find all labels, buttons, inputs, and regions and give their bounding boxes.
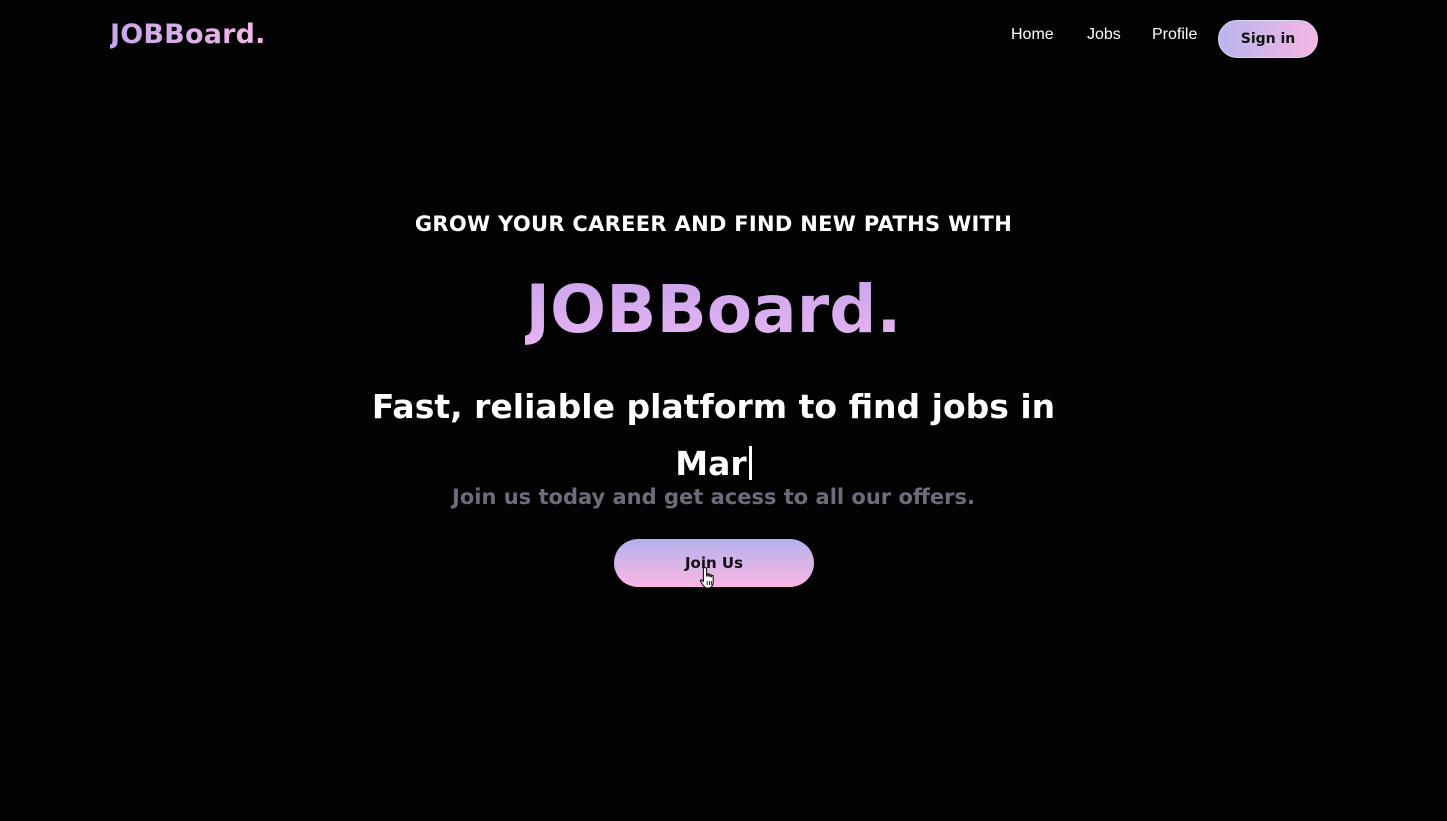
- nav-link-profile[interactable]: Profile: [1152, 26, 1197, 44]
- landing-page: JOBBoard. Home Jobs Profile Sign in GROW…: [0, 0, 1447, 821]
- text-caret: [748, 446, 752, 480]
- typewriter-text: Mar: [0, 442, 1427, 486]
- hero-brand-text: JOBBoard.: [525, 271, 902, 348]
- nav-link-home[interactable]: Home: [1011, 26, 1054, 44]
- hero-subtitle: Join us today and get acess to all our o…: [452, 485, 975, 509]
- hero-kicker: GROW YOUR CAREER AND FIND NEW PATHS WITH: [414, 212, 1013, 236]
- sign-in-button[interactable]: Sign in: [1218, 20, 1318, 58]
- hero-brand-title: JOBBoard.: [0, 268, 1427, 352]
- nav-link-jobs[interactable]: Jobs: [1087, 26, 1121, 44]
- hand-pointer-cursor-icon: [699, 566, 714, 589]
- navbar: JOBBoard. Home Jobs Profile Sign in: [0, 0, 1447, 78]
- hero-tagline: Fast, reliable platform to find jobs in: [371, 387, 1056, 426]
- typed-word: Mar: [675, 444, 747, 483]
- site-logo[interactable]: JOBBoard.: [110, 19, 266, 50]
